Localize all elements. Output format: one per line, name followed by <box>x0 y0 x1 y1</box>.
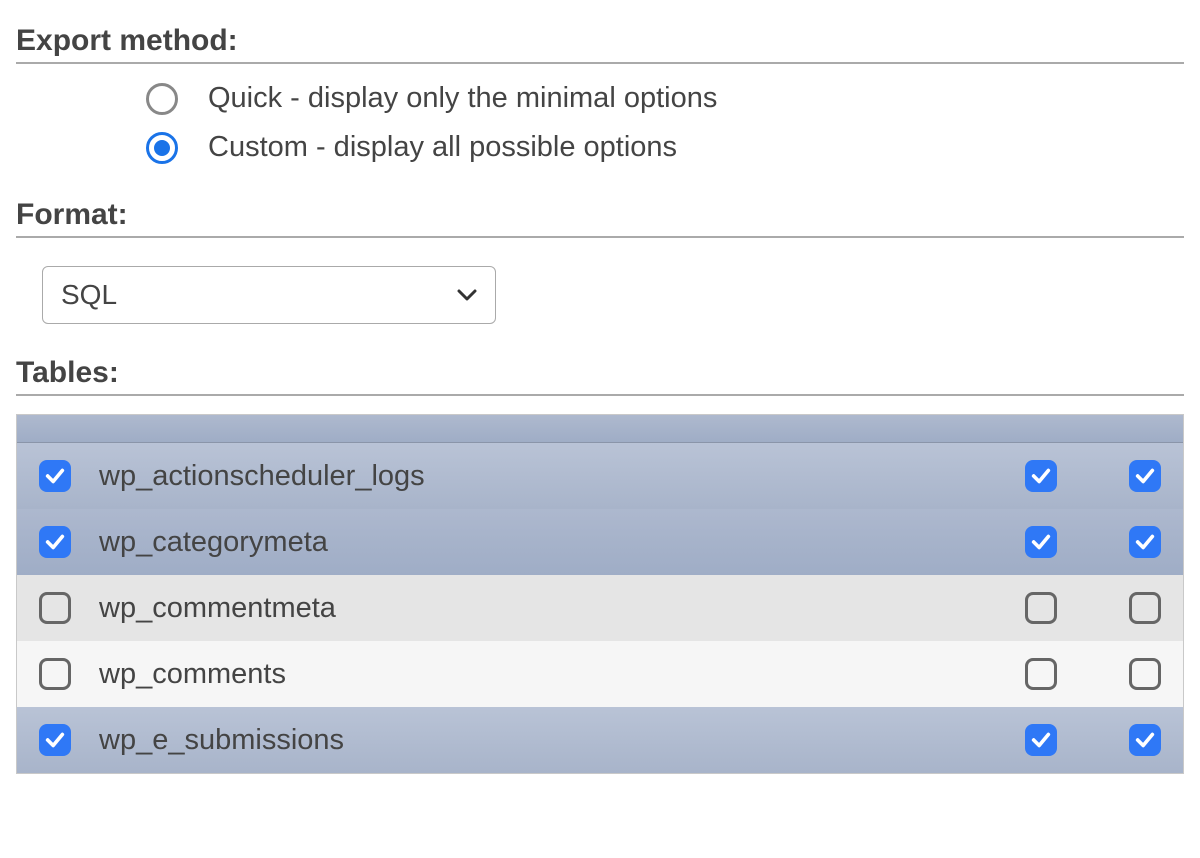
data-checkbox[interactable] <box>1129 526 1161 558</box>
radio-label: Quick - display only the minimal options <box>208 82 717 115</box>
structure-checkbox[interactable] <box>1025 460 1057 492</box>
format-select[interactable]: SQL <box>42 266 496 324</box>
chevron-down-icon <box>457 282 477 308</box>
export-method-radio-group: Quick - display only the minimal options… <box>16 82 1184 164</box>
table-name: wp_categorymeta <box>99 526 1025 559</box>
row-options <box>1025 526 1169 558</box>
table-row[interactable]: wp_categorymeta <box>17 509 1183 575</box>
row-select-checkbox[interactable] <box>39 526 71 558</box>
radio-label: Custom - display all possible options <box>208 131 677 164</box>
data-checkbox[interactable] <box>1129 724 1161 756</box>
row-select-checkbox[interactable] <box>39 658 71 690</box>
structure-checkbox[interactable] <box>1025 526 1057 558</box>
radio-icon <box>146 132 178 164</box>
tables-list: wp_actionscheduler_logs wp_categorymeta … <box>16 414 1184 774</box>
row-select-checkbox[interactable] <box>39 724 71 756</box>
table-row[interactable]: wp_e_submissions <box>17 707 1183 773</box>
data-checkbox[interactable] <box>1129 460 1161 492</box>
row-select-checkbox[interactable] <box>39 592 71 624</box>
table-header <box>17 415 1183 443</box>
structure-checkbox[interactable] <box>1025 592 1057 624</box>
table-row[interactable]: wp_comments <box>17 641 1183 707</box>
radio-icon <box>146 83 178 115</box>
format-selected-value: SQL <box>61 279 117 311</box>
table-name: wp_actionscheduler_logs <box>99 460 1025 493</box>
table-name: wp_e_submissions <box>99 724 1025 757</box>
row-options <box>1025 460 1169 492</box>
tables-title: Tables: <box>16 356 1184 396</box>
table-row[interactable]: wp_commentmeta <box>17 575 1183 641</box>
table-name: wp_commentmeta <box>99 592 1025 625</box>
row-options <box>1025 592 1169 624</box>
export-method-title: Export method: <box>16 24 1184 64</box>
structure-checkbox[interactable] <box>1025 724 1057 756</box>
table-row[interactable]: wp_actionscheduler_logs <box>17 443 1183 509</box>
row-options <box>1025 658 1169 690</box>
radio-custom[interactable]: Custom - display all possible options <box>146 131 1184 164</box>
row-options <box>1025 724 1169 756</box>
radio-quick[interactable]: Quick - display only the minimal options <box>146 82 1184 115</box>
structure-checkbox[interactable] <box>1025 658 1057 690</box>
data-checkbox[interactable] <box>1129 592 1161 624</box>
table-name: wp_comments <box>99 658 1025 691</box>
data-checkbox[interactable] <box>1129 658 1161 690</box>
format-title: Format: <box>16 198 1184 238</box>
row-select-checkbox[interactable] <box>39 460 71 492</box>
